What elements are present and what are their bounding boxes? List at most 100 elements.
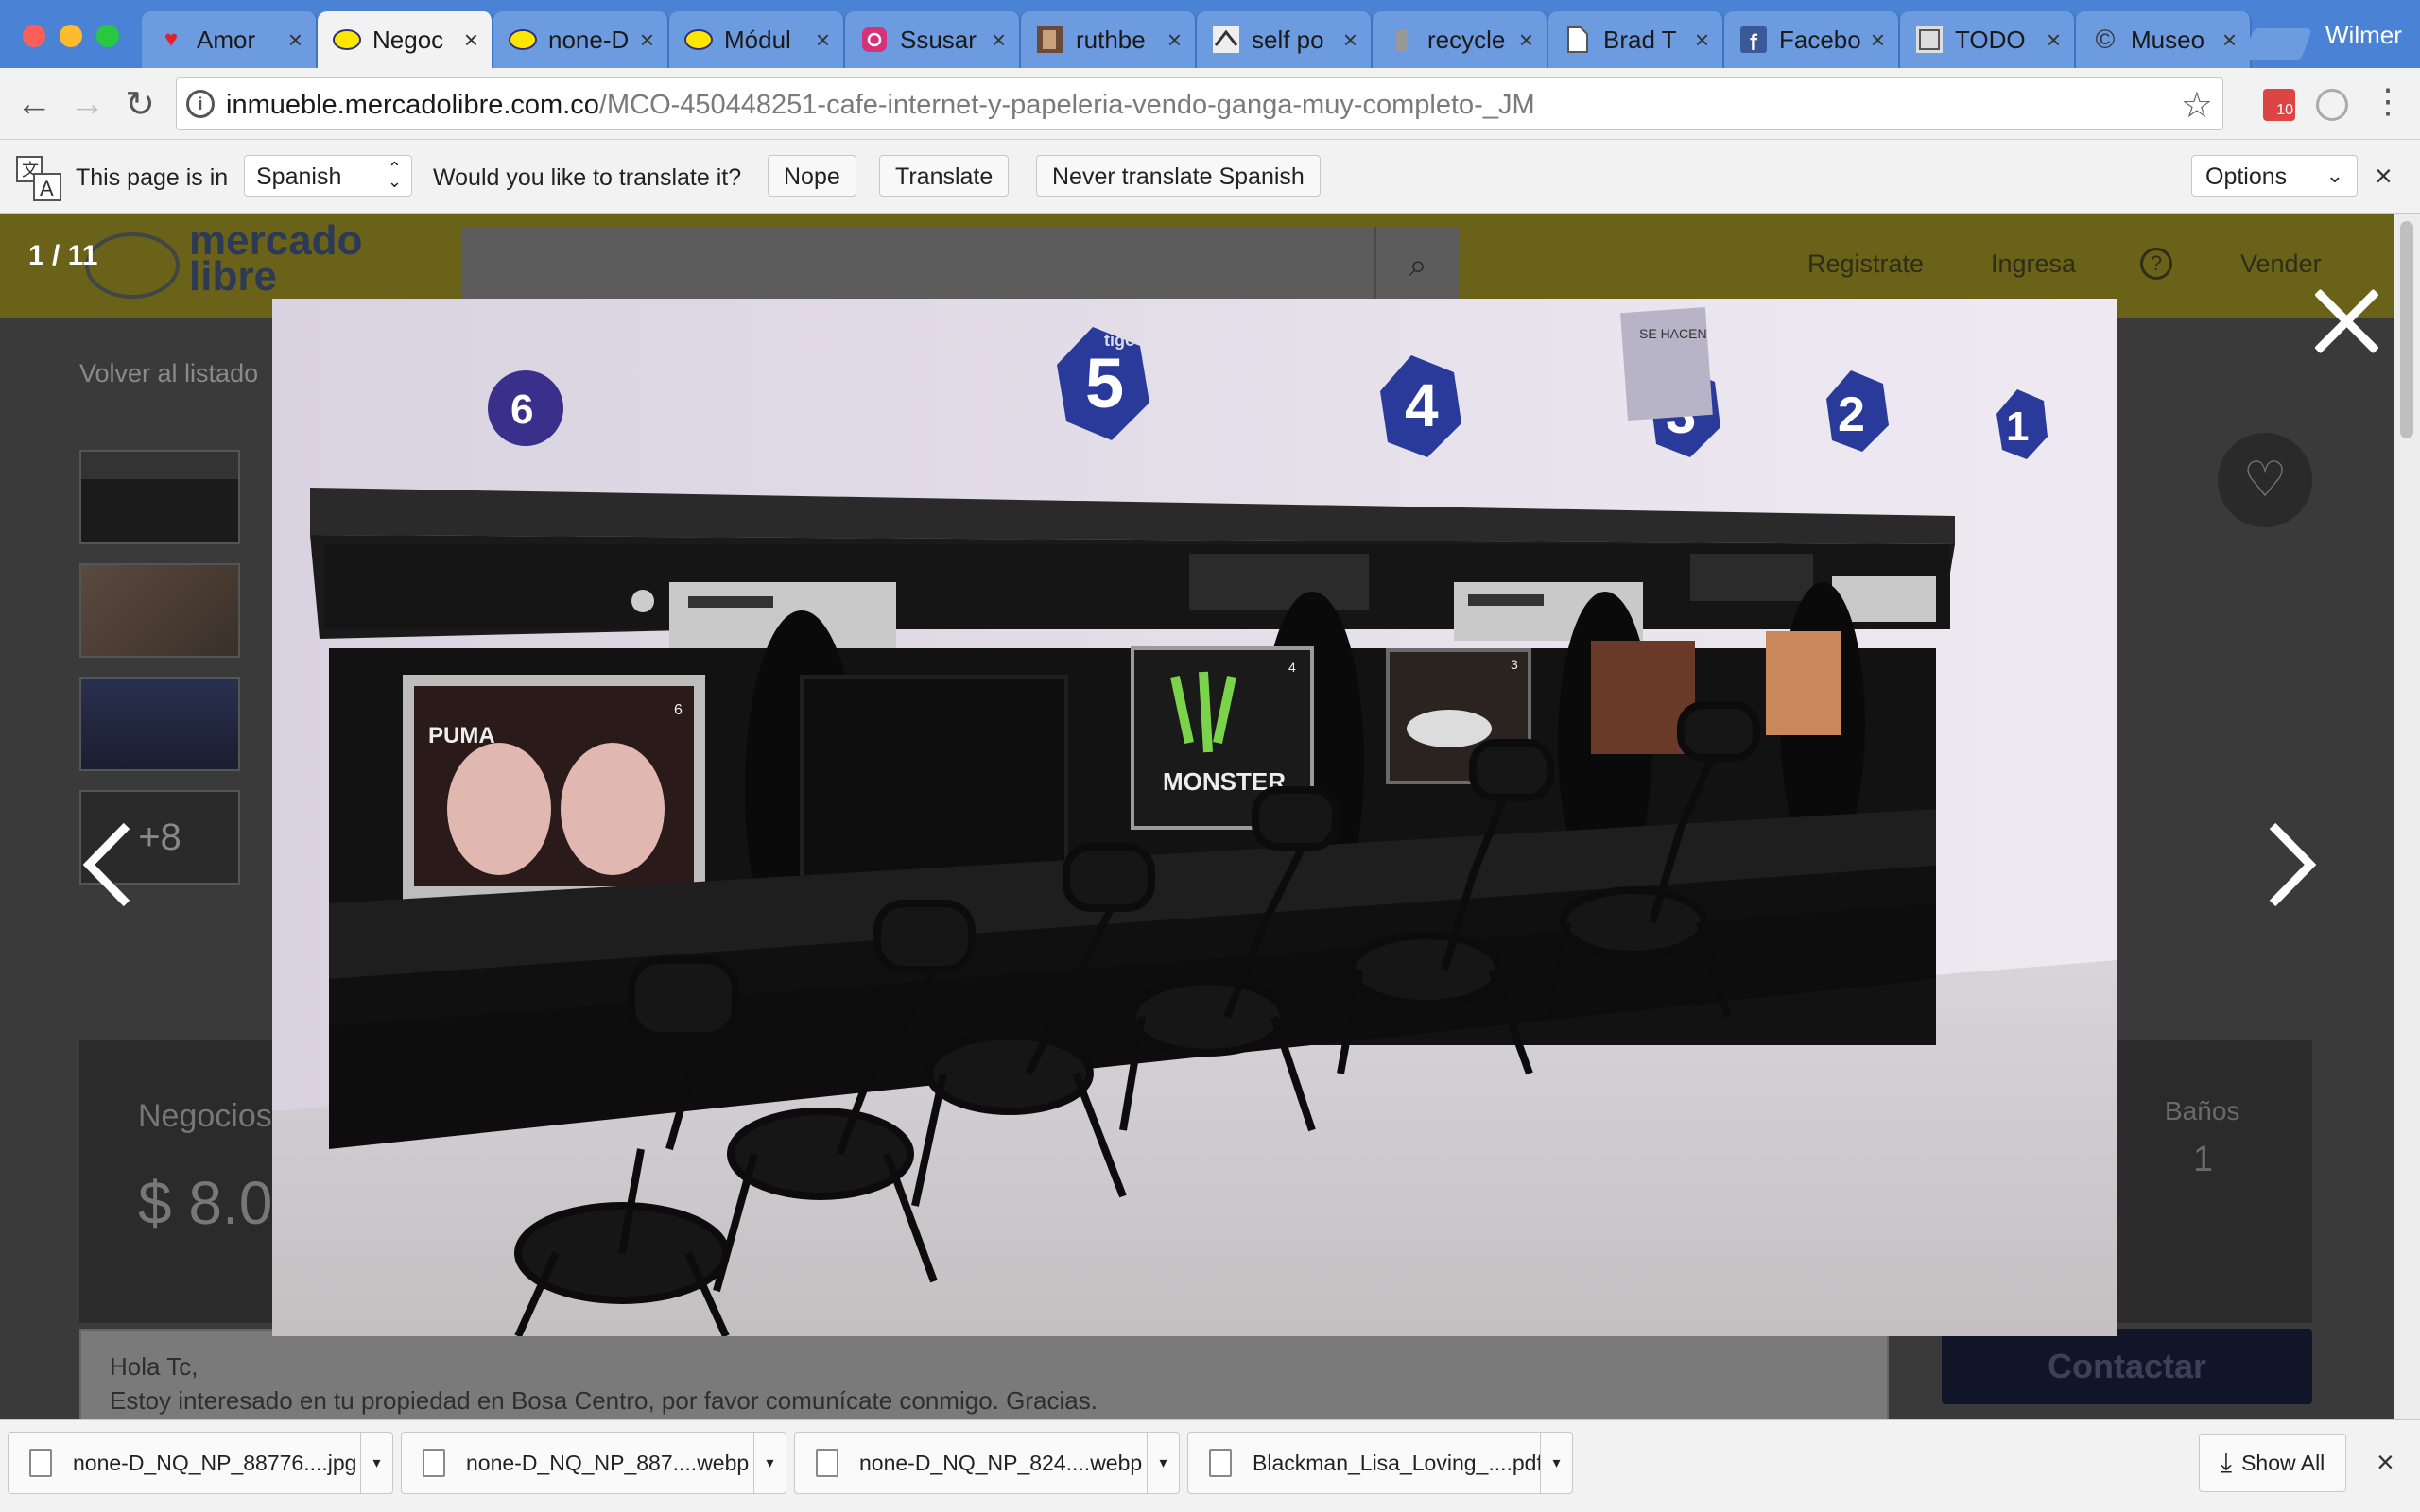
mercadolibre-icon xyxy=(333,26,361,54)
contact-message-textarea[interactable]: Hola Tc, Estoy interesado en tu propieda… xyxy=(79,1329,1889,1419)
download-item[interactable]: none-D_NQ_NP_824....webp ▾ xyxy=(794,1432,1180,1494)
tab-recycle[interactable]: recycle × xyxy=(1373,11,1548,68)
url-text[interactable]: inmueble.mercadolibre.com.co/MCO-4504482… xyxy=(226,90,1535,121)
tab-todo[interactable]: TODO × xyxy=(1900,11,2076,68)
tab-ruthbe[interactable]: ruthbe × xyxy=(1021,11,1197,68)
previous-image-button[interactable] xyxy=(79,822,136,907)
chevron-down-icon: ⌄ xyxy=(2325,163,2343,187)
close-icon[interactable]: × xyxy=(992,26,1006,55)
close-translate-bar-button[interactable]: × xyxy=(2375,159,2393,194)
chevron-down-icon[interactable]: ▾ xyxy=(1147,1432,1179,1494)
internet-cafe-photo: 6 5 4 3 2 1 tigo SE HACEN xyxy=(272,299,2118,1336)
search-icon[interactable]: ⌕ xyxy=(1374,227,1460,304)
close-icon[interactable]: × xyxy=(1871,26,1885,55)
svg-text:tigo: tigo xyxy=(1104,331,1135,350)
tab-modulo[interactable]: Módul × xyxy=(669,11,845,68)
svg-text:6: 6 xyxy=(510,387,533,433)
back-to-list-link[interactable]: Volver al listado xyxy=(79,359,258,388)
close-icon[interactable]: × xyxy=(816,26,830,55)
close-icon[interactable]: × xyxy=(1519,26,1533,55)
close-icon[interactable]: × xyxy=(288,26,302,55)
tab-museo[interactable]: © Museo × xyxy=(2076,11,2252,68)
show-all-downloads-button[interactable]: ⤓ Show All xyxy=(2199,1434,2346,1492)
contact-button[interactable]: Contactar xyxy=(1942,1329,2312,1404)
copyright-icon: © xyxy=(2095,25,2116,54)
address-bar[interactable]: i inmueble.mercadolibre.com.co/MCO-45044… xyxy=(176,77,2223,130)
tab-self-po[interactable]: self po × xyxy=(1197,11,1373,68)
image-file-icon xyxy=(29,1449,52,1477)
close-icon[interactable]: × xyxy=(640,26,654,55)
nav-vender[interactable]: Vender xyxy=(2240,249,2322,279)
translate-infobar: 文 A This page is in Spanish ⌃ ⌄ Would you… xyxy=(0,140,2420,214)
chevron-down-icon[interactable]: ▾ xyxy=(753,1432,786,1494)
site-search-input[interactable]: ⌕ xyxy=(461,227,1460,304)
forward-button[interactable]: → xyxy=(62,79,112,129)
gallery-thumbnail[interactable] xyxy=(79,450,240,544)
reload-icon: ↻ xyxy=(125,84,155,125)
translate-question: Would you like to translate it? xyxy=(433,164,742,191)
new-tab-button[interactable] xyxy=(2241,28,2313,60)
svg-text:3: 3 xyxy=(1511,657,1518,672)
nav-ingresa[interactable]: Ingresa xyxy=(1991,249,2076,279)
chevron-down-icon[interactable]: ▾ xyxy=(1540,1432,1572,1494)
close-icon[interactable]: × xyxy=(1167,26,1182,55)
download-shelf: none-D_NQ_NP_88776....jpg ▾ none-D_NQ_NP… xyxy=(0,1419,2420,1512)
browser-toolbar: ← → ↻ i inmueble.mercadolibre.com.co/MCO… xyxy=(0,68,2420,140)
site-logo-text[interactable]: mercado libre xyxy=(189,220,362,298)
favorite-heart-icon[interactable]: ♡ xyxy=(2218,433,2312,527)
listing-price: $ 8.0 xyxy=(138,1169,273,1237)
close-icon[interactable]: × xyxy=(2222,26,2237,55)
tab-facebook[interactable]: f Facebo × xyxy=(1724,11,1900,68)
tab-negocios[interactable]: Negoc × xyxy=(318,11,493,68)
tab-brad-t[interactable]: Brad T × xyxy=(1548,11,1724,68)
arrow-left-icon: ← xyxy=(16,83,52,124)
browser-menu-icon[interactable]: ⋮ xyxy=(2371,81,2405,121)
download-item[interactable]: none-D_NQ_NP_88776....jpg ▾ xyxy=(8,1432,393,1494)
extension-icon[interactable] xyxy=(2316,89,2348,121)
profile-name[interactable]: Wilmer xyxy=(2325,21,2402,50)
close-icon[interactable]: × xyxy=(2047,26,2061,55)
nav-registrate[interactable]: Registrate xyxy=(1807,249,1924,279)
download-icon: ⤓ xyxy=(2220,1447,2233,1477)
svg-text:PUMA: PUMA xyxy=(428,723,495,748)
file-icon xyxy=(816,1449,838,1477)
next-image-button[interactable] xyxy=(2263,822,2320,907)
close-download-shelf-button[interactable]: × xyxy=(2377,1445,2394,1480)
gallery-thumbnail[interactable] xyxy=(79,677,240,771)
chevron-left-icon xyxy=(82,822,130,907)
scrollbar-thumb[interactable] xyxy=(2400,221,2413,438)
tab-ssusar[interactable]: Ssusar × xyxy=(845,11,1021,68)
extension-calendar-icon[interactable]: 10 xyxy=(2263,89,2295,121)
svg-text:1: 1 xyxy=(2006,404,2029,450)
instagram-icon xyxy=(860,26,889,54)
bookmark-star-icon[interactable]: ☆ xyxy=(2181,84,2213,127)
facebook-icon: f xyxy=(1739,26,1768,54)
never-translate-button[interactable]: Never translate Spanish xyxy=(1036,155,1321,197)
minimize-window-button[interactable] xyxy=(60,25,82,47)
translate-button[interactable]: Translate xyxy=(879,155,1010,197)
translate-options-select[interactable]: Options ⌄ xyxy=(2191,155,2358,197)
close-icon[interactable]: × xyxy=(464,26,478,55)
close-lightbox-icon[interactable] xyxy=(2308,284,2384,359)
zoom-window-button[interactable] xyxy=(96,25,119,47)
reload-button[interactable]: ↻ xyxy=(115,79,164,129)
gallery-thumbnail[interactable] xyxy=(79,563,240,658)
chevron-down-icon[interactable]: ▾ xyxy=(360,1432,392,1494)
svg-text:4: 4 xyxy=(1288,660,1296,675)
tab-none-d[interactable]: none-D × xyxy=(493,11,669,68)
help-icon[interactable]: ? xyxy=(2140,248,2172,280)
download-item[interactable]: none-D_NQ_NP_887....webp ▾ xyxy=(401,1432,786,1494)
baths-value: 1 xyxy=(2193,1140,2214,1179)
back-button[interactable]: ← xyxy=(9,79,59,129)
image-icon xyxy=(1036,26,1064,54)
language-select[interactable]: Spanish ⌃ ⌄ xyxy=(244,155,412,197)
page-scrollbar[interactable] xyxy=(2394,214,2420,1419)
nope-button[interactable]: Nope xyxy=(768,155,856,197)
info-icon[interactable]: i xyxy=(186,90,215,118)
tab-amor[interactable]: ♥ Amor × xyxy=(142,11,318,68)
close-icon[interactable]: × xyxy=(1695,26,1709,55)
handshake-logo-icon[interactable] xyxy=(85,232,180,299)
download-item[interactable]: Blackman_Lisa_Loving_....pdf ▾ xyxy=(1187,1432,1573,1494)
close-icon[interactable]: × xyxy=(1343,26,1357,55)
close-window-button[interactable] xyxy=(23,25,45,47)
